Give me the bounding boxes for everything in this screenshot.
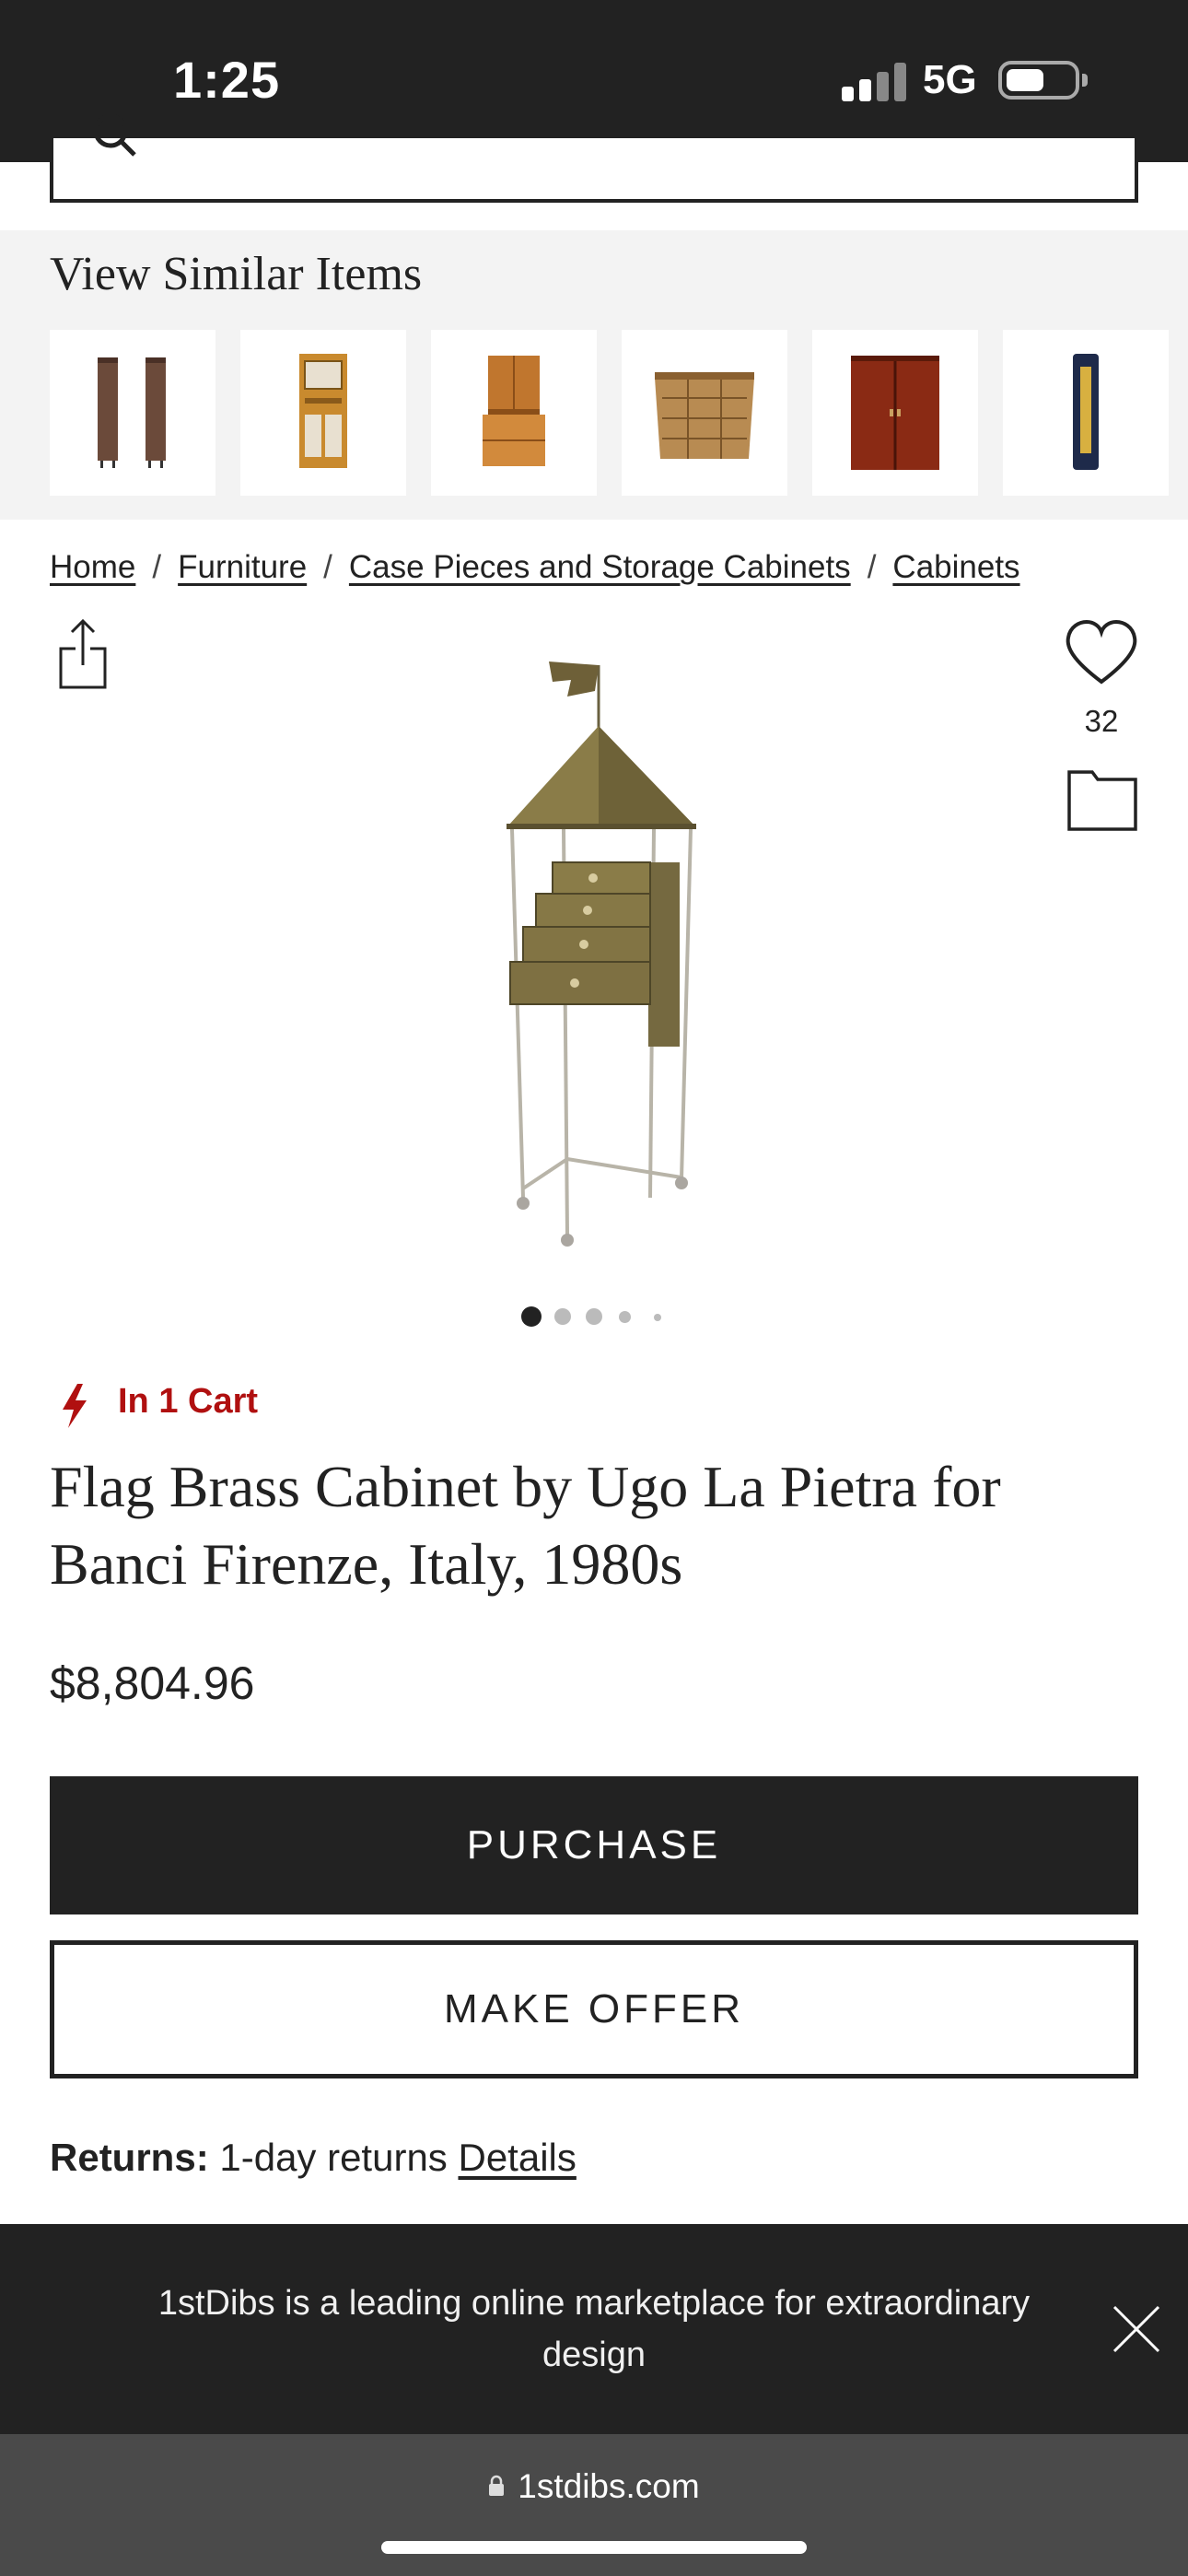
search-icon[interactable] — [90, 111, 138, 158]
similar-item-thumb[interactable] — [50, 330, 215, 496]
lightning-icon — [63, 1384, 87, 1428]
url-display[interactable]: 1stdibs.com — [0, 2467, 1188, 2506]
similar-item-image — [483, 356, 545, 466]
url-text: 1stdibs.com — [518, 2467, 700, 2505]
breadcrumb-home[interactable]: Home — [50, 549, 135, 585]
purchase-button[interactable]: PURCHASE — [50, 1776, 1138, 1914]
battery-icon — [998, 61, 1088, 100]
returns-info: Returns: 1-day returns Details — [50, 2136, 577, 2180]
breadcrumb-separator: / — [867, 549, 877, 585]
similar-item-image — [299, 354, 347, 468]
similar-item-thumb[interactable] — [431, 330, 597, 496]
similar-item-image — [1073, 354, 1099, 470]
similar-items-title: View Similar Items — [50, 248, 423, 300]
like-count: 32 — [1084, 704, 1119, 738]
home-indicator[interactable] — [381, 2541, 807, 2554]
product-image[interactable] — [479, 645, 709, 1262]
browser-url-bar[interactable]: 1stdibs.com — [0, 2434, 1188, 2576]
returns-value: 1-day returns — [219, 2136, 448, 2179]
network-type: 5G — [923, 57, 977, 102]
breadcrumb-case-pieces[interactable]: Case Pieces and Storage Cabinets — [349, 549, 851, 585]
product-price: $8,804.96 — [50, 1657, 255, 1709]
status-time: 1:25 — [173, 51, 281, 109]
banner-text: 1stDibs is a leading online marketplace … — [157, 2284, 1031, 2374]
carousel-dot[interactable] — [654, 1314, 661, 1321]
similar-item-image — [655, 372, 754, 459]
folder-icon[interactable] — [1066, 768, 1138, 831]
similar-item-image — [98, 357, 166, 468]
make-offer-button[interactable]: MAKE OFFER — [50, 1940, 1138, 2078]
breadcrumb: Home / Furniture / Case Pieces and Storage C… — [50, 549, 1020, 586]
similar-item-image — [851, 356, 939, 470]
signal-icon — [842, 61, 906, 101]
close-icon[interactable] — [1111, 2303, 1162, 2355]
heart-icon[interactable] — [1065, 619, 1138, 685]
product-title: Flag Brass Cabinet by Ugo La Pietra for … — [50, 1454, 1001, 1597]
breadcrumb-separator: / — [323, 549, 332, 585]
similar-item-thumb[interactable] — [622, 330, 787, 496]
similar-item-thumb[interactable] — [1003, 330, 1169, 496]
breadcrumb-cabinets[interactable]: Cabinets — [892, 549, 1019, 585]
carousel-dot[interactable] — [554, 1308, 571, 1325]
similar-item-thumb[interactable] — [240, 330, 406, 496]
breadcrumb-furniture[interactable]: Furniture — [178, 549, 307, 585]
returns-details-link[interactable]: Details — [458, 2136, 576, 2179]
carousel-dot-active[interactable] — [521, 1306, 542, 1327]
lock-icon — [489, 2476, 505, 2497]
returns-label: Returns: — [50, 2136, 209, 2179]
carousel-dot[interactable] — [586, 1308, 602, 1325]
share-icon[interactable] — [55, 617, 111, 691]
in-cart-status: In 1 Cart — [118, 1382, 259, 1421]
similar-item-thumb[interactable] — [812, 330, 978, 496]
info-banner: 1stDibs is a leading online marketplace … — [0, 2224, 1188, 2434]
similar-items-section: View Similar Items — [0, 230, 1188, 520]
breadcrumb-separator: / — [152, 549, 162, 585]
carousel-dot[interactable] — [619, 1311, 631, 1323]
